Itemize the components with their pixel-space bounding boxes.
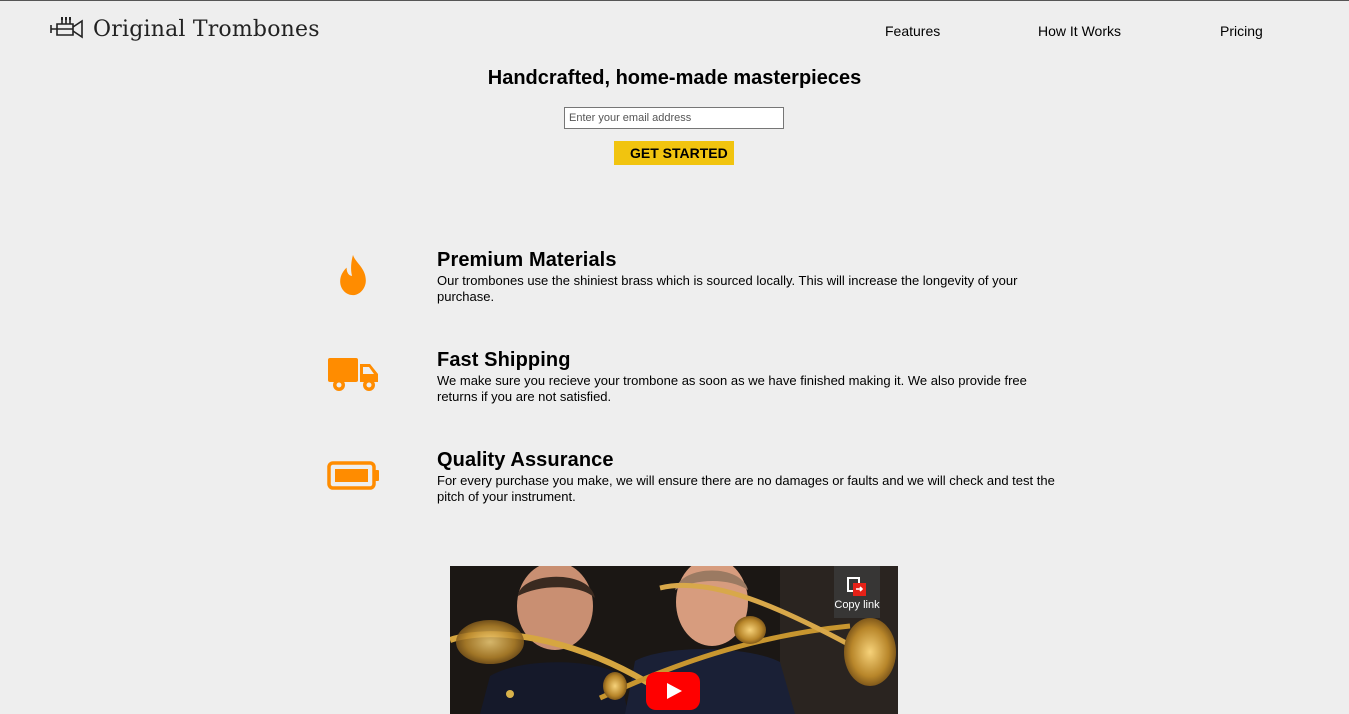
battery-icon <box>327 461 379 490</box>
truck-icon <box>328 358 378 391</box>
nav-link-how-it-works[interactable]: How It Works <box>1038 23 1121 39</box>
nav-link-pricing[interactable]: Pricing <box>1220 23 1263 39</box>
feature-title: Quality Assurance <box>437 449 614 471</box>
feature-text: Our trombones use the shiniest brass whi… <box>437 273 1018 304</box>
nav-link-features[interactable]: Features <box>885 23 940 39</box>
feature-title: Fast Shipping <box>437 349 571 371</box>
main-nav: Features How It Works Pricing <box>0 23 1349 43</box>
feature-text: We make sure you recieve your trombone a… <box>437 373 1027 404</box>
feature-text: For every purchase you make, we will ens… <box>437 473 1055 504</box>
email-input[interactable] <box>564 107 784 129</box>
hero-title: Handcrafted, home-made masterpieces <box>487 67 862 89</box>
flame-icon <box>340 254 366 296</box>
play-icon[interactable] <box>646 672 700 710</box>
feature-title: Premium Materials <box>437 249 617 271</box>
copy-link-button[interactable]: Copy link <box>834 566 880 618</box>
video-embed[interactable]: Copy link <box>450 566 898 714</box>
get-started-button[interactable]: GET STARTED <box>614 141 734 165</box>
copy-link-icon <box>847 577 866 596</box>
copy-link-label: Copy link <box>834 599 880 611</box>
